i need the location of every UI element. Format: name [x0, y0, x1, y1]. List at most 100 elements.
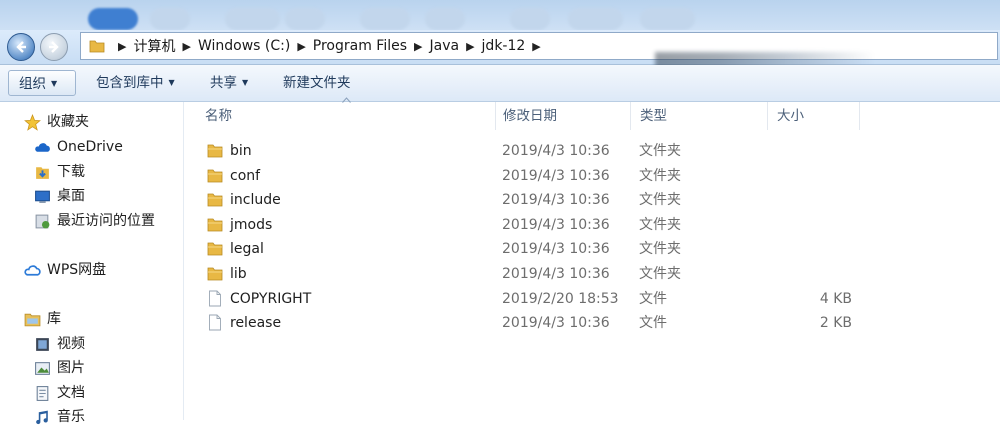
blurred-menu-tab: [510, 8, 550, 30]
file-type: 文件夹: [639, 216, 681, 233]
pane-divider[interactable]: [183, 102, 184, 420]
breadcrumb-java[interactable]: Java: [430, 38, 460, 54]
sidebar-item-label: 最近访问的位置: [57, 213, 155, 229]
download-folder-icon: [36, 166, 49, 179]
breadcrumb-chevron-icon[interactable]: ▶: [297, 40, 305, 53]
file-icon: [209, 314, 221, 331]
star-icon: [24, 113, 41, 131]
file-name: lib: [230, 266, 247, 282]
cloud-icon: [35, 142, 50, 152]
column-header-label: 修改日期: [503, 108, 557, 124]
folder-icon: [207, 242, 223, 256]
file-type: 文件夹: [639, 266, 681, 282]
sidebar-item-desktop[interactable]: 桌面: [34, 185, 85, 207]
sidebar-item-music[interactable]: 音乐: [34, 406, 85, 428]
file-row[interactable]: release 2019/4/3 10:36 文件 2 KB: [195, 311, 875, 335]
blurred-menu-tab: [225, 8, 280, 30]
file-size: 4 KB: [819, 290, 852, 307]
file-type: 文件夹: [639, 167, 681, 184]
breadcrumb-chevron-icon[interactable]: ▶: [532, 40, 540, 53]
cloud-outline-icon: [24, 264, 41, 276]
share-button[interactable]: 共享 ▼: [200, 70, 258, 96]
sidebar-item-label: 文档: [57, 385, 85, 401]
column-header-name[interactable]: 名称: [196, 102, 496, 130]
file-date: 2019/4/3 10:36: [502, 315, 610, 332]
file-row[interactable]: bin 2019/4/3 10:36 文件夹: [195, 139, 875, 163]
file-row[interactable]: include 2019/4/3 10:36 文件夹: [195, 188, 875, 212]
sidebar-item-documents[interactable]: 文档: [34, 382, 85, 404]
blurred-menu-strip: [0, 0, 1000, 32]
sidebar-item-label: 桌面: [57, 188, 85, 204]
breadcrumb-chevron-icon[interactable]: ▶: [466, 40, 474, 53]
file-type: 文件夹: [639, 143, 681, 159]
sidebar-item-onedrive[interactable]: OneDrive: [34, 136, 123, 158]
column-header-size[interactable]: 大小: [768, 102, 860, 130]
file-row[interactable]: jmods 2019/4/3 10:36 文件夹: [195, 213, 875, 237]
file-name: release: [230, 315, 282, 332]
file-type: 文件: [639, 315, 667, 332]
music-icon: [36, 410, 48, 424]
organize-button[interactable]: 组织 ▼: [8, 70, 76, 96]
blurred-menu-tab: [88, 8, 138, 30]
column-header-date[interactable]: 修改日期: [494, 102, 631, 130]
file-row[interactable]: COPYRIGHT 2019/2/20 18:53 文件 4 KB: [195, 287, 875, 311]
file-name: bin: [230, 143, 252, 159]
sidebar-item-label: 库: [47, 311, 61, 327]
breadcrumb-jdk-12[interactable]: jdk-12: [482, 38, 526, 54]
dropdown-caret-icon: ▼: [168, 78, 175, 87]
file-row[interactable]: legal 2019/4/3 10:36 文件夹: [195, 237, 875, 261]
file-icon: [209, 290, 221, 307]
file-row[interactable]: conf 2019/4/3 10:36 文件夹: [195, 164, 875, 188]
sidebar-item-label: WPS网盘: [47, 262, 107, 278]
file-date: 2019/4/3 10:36: [502, 192, 610, 209]
folder-icon: [207, 218, 223, 232]
sidebar-item-libraries[interactable]: 库: [24, 308, 61, 330]
back-button[interactable]: [7, 33, 35, 61]
video-icon: [36, 337, 49, 351]
file-row[interactable]: lib 2019/4/3 10:36 文件夹: [195, 262, 875, 286]
forward-button[interactable]: [40, 33, 68, 61]
sidebar-item-wps[interactable]: WPS网盘: [24, 259, 106, 281]
new-folder-button[interactable]: 新建文件夹: [273, 70, 361, 96]
breadcrumb-computer[interactable]: 计算机: [133, 36, 175, 56]
sidebar-item-videos[interactable]: 视频: [34, 333, 85, 355]
breadcrumb-program-files[interactable]: Program Files: [313, 38, 407, 54]
dropdown-caret-icon: ▼: [51, 79, 58, 88]
column-header-label: 大小: [777, 108, 804, 124]
sidebar-item-label: 收藏夹: [47, 114, 89, 130]
breadcrumb-chevron-icon[interactable]: ▶: [414, 40, 422, 53]
file-date: 2019/4/3 10:36: [502, 167, 610, 184]
library-icon: [24, 313, 41, 326]
breadcrumb-drive-c[interactable]: Windows (C:): [198, 38, 290, 54]
column-header-type[interactable]: 类型: [631, 102, 768, 130]
document-icon: [36, 385, 49, 401]
file-type: 文件夹: [639, 241, 681, 258]
new-folder-label: 新建文件夹: [283, 75, 351, 91]
command-toolbar: 组织 ▼ 包含到库中 ▼ 共享 ▼ 新建文件夹: [0, 65, 1000, 102]
file-date: 2019/4/3 10:36: [502, 216, 610, 233]
include-in-library-button[interactable]: 包含到库中 ▼: [86, 70, 185, 96]
blurred-menu-tab: [360, 8, 410, 30]
file-date: 2019/2/20 18:53: [502, 290, 619, 307]
breadcrumb-chevron-icon[interactable]: ▶: [182, 40, 190, 53]
blurred-menu-tab: [568, 8, 623, 30]
sidebar-item-label: OneDrive: [57, 139, 123, 155]
sidebar-item-recent[interactable]: 最近访问的位置: [34, 210, 155, 232]
sidebar-item-favorites[interactable]: 收藏夹: [24, 111, 89, 133]
share-label: 共享: [210, 75, 237, 91]
folder-icon: [207, 144, 223, 158]
sidebar-item-label: 音乐: [57, 409, 85, 425]
picture-icon: [35, 361, 50, 375]
folder-icon: [207, 169, 223, 182]
file-name: include: [230, 192, 281, 209]
sidebar-item-pictures[interactable]: 图片: [34, 357, 85, 379]
include-in-library-label: 包含到库中: [96, 75, 164, 91]
file-name: legal: [230, 241, 264, 258]
organize-label: 组织: [19, 76, 46, 92]
breadcrumb-chevron-icon[interactable]: ▶: [118, 40, 126, 53]
arrow-right-icon: [49, 41, 59, 53]
blurred-menu-tab: [285, 8, 325, 30]
sidebar-item-downloads[interactable]: 下载: [34, 161, 85, 183]
column-header-label: 名称: [205, 108, 232, 124]
column-header-label: 类型: [640, 108, 667, 124]
